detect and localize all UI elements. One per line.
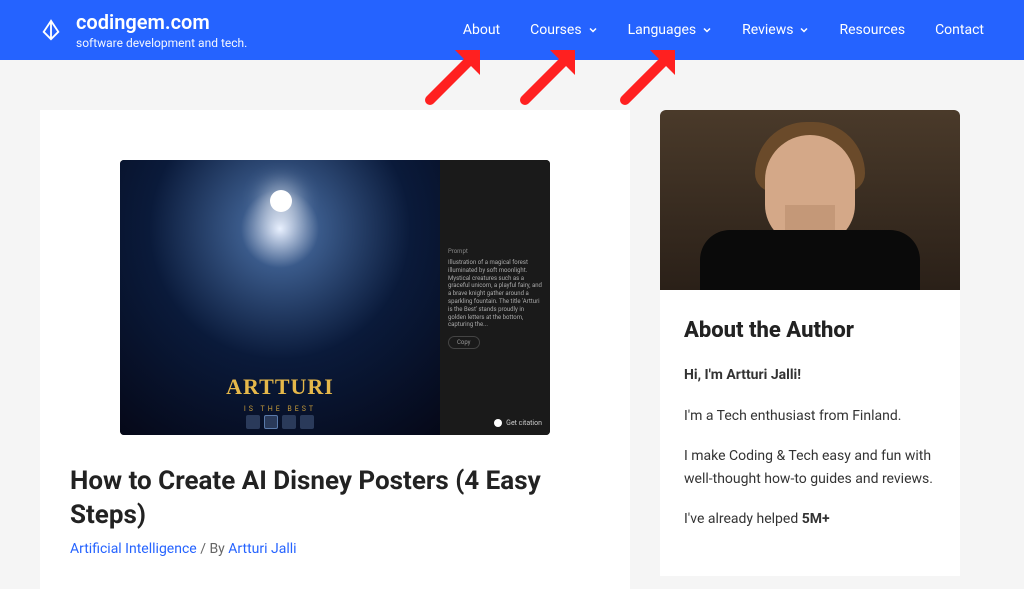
dot-icon: [494, 419, 502, 427]
site-header: codingem.com software development and te…: [0, 0, 1024, 60]
image-overlay-title: ARTTURI: [226, 374, 334, 400]
author-bio-line: I've already helped 5M+: [684, 508, 936, 530]
nav-contact[interactable]: Contact: [935, 22, 984, 38]
site-tagline: software development and tech.: [76, 36, 247, 50]
author-bio-line: I make Coding & Tech easy and fun with w…: [684, 445, 936, 490]
copy-button[interactable]: Copy: [448, 336, 480, 349]
post-featured-image[interactable]: ARTTURI IS THE BEST Prompt Illustration …: [120, 160, 550, 435]
prompt-label: Prompt: [448, 248, 542, 255]
logo-area[interactable]: codingem.com software development and te…: [40, 10, 247, 50]
site-title: codingem.com: [76, 10, 247, 34]
logo-icon: [40, 19, 62, 41]
sidebar: About the Author Hi, I'm Artturi Jalli! …: [660, 110, 960, 589]
thumbnail[interactable]: [300, 415, 314, 429]
chevron-down-icon: [702, 25, 712, 35]
author-greeting: Hi, I'm Artturi Jalli!: [684, 367, 801, 383]
nav-languages[interactable]: Languages: [628, 22, 713, 38]
thumbnail[interactable]: [246, 415, 260, 429]
image-prompt-panel: Prompt Illustration of a magical forest …: [440, 160, 550, 435]
post-card: ARTTURI IS THE BEST Prompt Illustration …: [40, 110, 630, 589]
image-thumbnails: [246, 415, 314, 429]
post-author-link[interactable]: Artturi Jalli: [228, 541, 296, 557]
nav-resources[interactable]: Resources: [839, 22, 905, 38]
content-wrapper: ARTTURI IS THE BEST Prompt Illustration …: [0, 60, 1024, 589]
author-bio-line: I'm a Tech enthusiast from Finland.: [684, 405, 936, 427]
nav-courses[interactable]: Courses: [530, 22, 597, 38]
nav-about[interactable]: About: [463, 22, 500, 38]
get-citation-button[interactable]: Get citation: [494, 419, 542, 427]
thumbnail[interactable]: [264, 415, 278, 429]
post-meta: Artificial Intelligence / By Artturi Jal…: [70, 541, 600, 557]
prompt-text: Illustration of a magical forest illumin…: [448, 259, 542, 329]
thumbnail[interactable]: [282, 415, 296, 429]
chevron-down-icon: [588, 25, 598, 35]
image-overlay-subtitle: IS THE BEST: [244, 405, 316, 413]
nav-reviews[interactable]: Reviews: [742, 22, 809, 38]
about-author-card: About the Author Hi, I'm Artturi Jalli! …: [660, 290, 960, 576]
about-author-heading: About the Author: [684, 318, 936, 344]
post-title[interactable]: How to Create AI Disney Posters (4 Easy …: [70, 465, 600, 533]
post-category-link[interactable]: Artificial Intelligence: [70, 541, 197, 557]
main-nav: About Courses Languages Reviews Resource…: [463, 22, 984, 38]
author-photo: [660, 110, 960, 290]
chevron-down-icon: [799, 25, 809, 35]
